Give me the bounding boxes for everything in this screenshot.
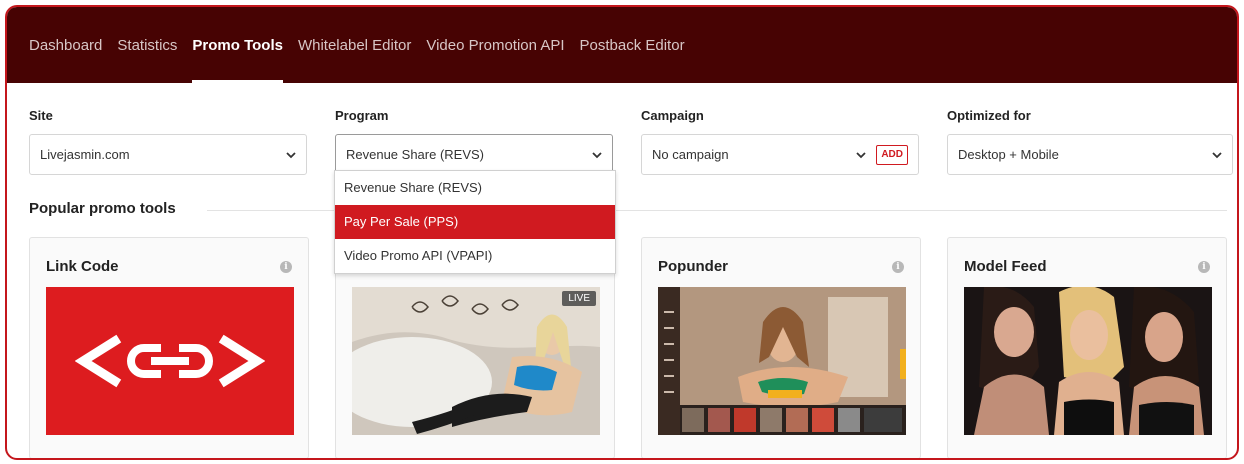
chevron-down-icon	[286, 151, 296, 158]
filter-bar: Site Livejasmin.com Program Revenue Shar…	[29, 107, 1237, 177]
optimized-value: Desktop + Mobile	[958, 147, 1059, 162]
program-value: Revenue Share (REVS)	[346, 147, 485, 162]
chevron-down-icon	[856, 151, 866, 158]
card-title: Model Feed	[964, 258, 1047, 275]
model-feed-preview	[964, 287, 1212, 435]
campaign-filter: Campaign No campaign ADD	[641, 107, 919, 175]
chevron-down-icon	[1212, 151, 1222, 158]
app-frame: Dashboard Statistics Promo Tools Whitela…	[5, 5, 1239, 460]
info-icon[interactable]: i	[892, 261, 904, 273]
program-dropdown-menu: Revenue Share (REVS) Pay Per Sale (PPS) …	[334, 170, 616, 274]
site-label: Site	[29, 108, 53, 123]
nav-video-promotion-api[interactable]: Video Promotion API	[426, 7, 564, 83]
program-option-pps[interactable]: Pay Per Sale (PPS)	[335, 205, 615, 239]
chevron-down-icon	[592, 151, 602, 158]
model-feed-image	[964, 287, 1212, 435]
promo-card-model-feed[interactable]: Model Feed i	[947, 237, 1227, 458]
optimized-select[interactable]: Desktop + Mobile	[947, 134, 1233, 175]
optimized-filter: Optimized for Desktop + Mobile	[947, 107, 1233, 175]
link-code-icon	[75, 334, 265, 388]
program-option-revs[interactable]: Revenue Share (REVS)	[335, 171, 615, 205]
optimized-label: Optimized for	[947, 108, 1031, 123]
nav-promo-tools[interactable]: Promo Tools	[192, 7, 283, 83]
site-filter: Site Livejasmin.com	[29, 107, 307, 175]
top-navigation: Dashboard Statistics Promo Tools Whitela…	[7, 7, 1237, 83]
campaign-select[interactable]: No campaign ADD	[641, 134, 919, 175]
nav-postback-editor[interactable]: Postback Editor	[580, 7, 685, 83]
card-title: Link Code	[46, 258, 119, 275]
popunder-image	[658, 287, 906, 435]
program-filter: Program Revenue Share (REVS)	[335, 107, 613, 175]
site-value: Livejasmin.com	[40, 147, 130, 162]
add-campaign-button[interactable]: ADD	[876, 144, 908, 165]
popunder-preview	[658, 287, 906, 435]
nav-whitelabel-editor[interactable]: Whitelabel Editor	[298, 7, 411, 83]
campaign-label: Campaign	[641, 108, 704, 123]
nav-statistics[interactable]: Statistics	[117, 7, 177, 83]
program-select[interactable]: Revenue Share (REVS)	[335, 134, 613, 175]
program-option-vpapi[interactable]: Video Promo API (VPAPI)	[335, 239, 615, 273]
section-title: Popular promo tools	[29, 200, 176, 217]
campaign-value: No campaign	[652, 147, 729, 162]
info-icon[interactable]: i	[280, 261, 292, 273]
promo-card-popunder[interactable]: Popunder i	[641, 237, 921, 458]
nav-dashboard[interactable]: Dashboard	[29, 7, 102, 83]
site-select[interactable]: Livejasmin.com	[29, 134, 307, 175]
card-title: Popunder	[658, 258, 728, 275]
link-code-image	[46, 287, 294, 435]
info-icon[interactable]: i	[1198, 261, 1210, 273]
live-badge: LIVE	[562, 291, 596, 306]
promo-card-link-code[interactable]: Link Code i	[29, 237, 309, 458]
program-label: Program	[335, 108, 389, 123]
live-cam-image	[352, 287, 600, 435]
live-video-image: LIVE	[352, 287, 600, 435]
